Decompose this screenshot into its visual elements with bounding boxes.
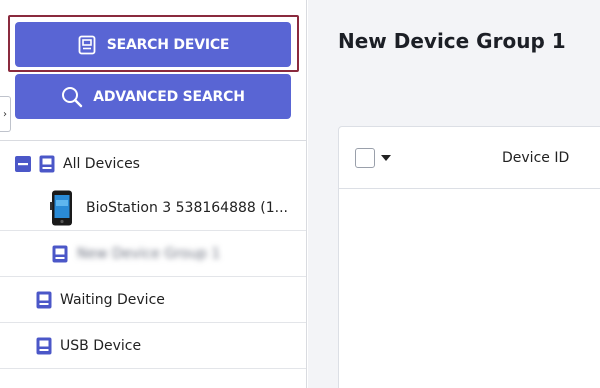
tree-item-label: New Device Group 1 — [77, 245, 221, 262]
tree-item-biostation[interactable]: BioStation 3 538164888 (1... — [0, 185, 306, 231]
column-device-id[interactable]: Device ID — [502, 150, 569, 166]
device-icon — [77, 35, 97, 55]
tree-item-waiting-device[interactable]: Waiting Device — [0, 277, 306, 323]
main-panel: New Device Group 1 Device ID — [308, 0, 600, 388]
magnifier-icon — [61, 86, 83, 108]
minus-square-icon[interactable] — [15, 156, 31, 172]
search-device-button[interactable]: SEARCH DEVICE — [15, 22, 291, 67]
device-group-icon — [39, 155, 55, 173]
select-all-checkbox[interactable] — [355, 148, 375, 168]
tree-item-label: All Devices — [63, 156, 140, 172]
collapse-glyph: › — [3, 108, 7, 120]
page-title: New Device Group 1 — [338, 29, 566, 53]
table-header: Device ID — [339, 127, 600, 189]
tree-item-label: USB Device — [60, 337, 142, 354]
search-device-label: SEARCH DEVICE — [106, 36, 230, 53]
device-table: Device ID — [338, 126, 600, 388]
advanced-search-button[interactable]: ADVANCED SEARCH — [15, 74, 291, 119]
tree-item-label: Waiting Device — [60, 291, 165, 308]
chevron-down-icon[interactable] — [381, 155, 391, 161]
tree-item-all-devices[interactable]: All Devices — [0, 141, 306, 187]
device-group-icon — [52, 245, 68, 263]
advanced-search-label: ADVANCED SEARCH — [93, 88, 245, 105]
tree-item-device-group[interactable]: New Device Group 1 — [0, 231, 306, 277]
device-sidebar: SEARCH DEVICE ADVANCED SEARCH › All Devi… — [0, 0, 307, 388]
device-group-icon — [36, 291, 52, 309]
tree-item-label: BioStation 3 538164888 (1... — [86, 199, 288, 216]
device-group-icon — [36, 337, 52, 355]
tree-item-usb-device[interactable]: USB Device — [0, 323, 306, 369]
biostation-device-icon — [50, 190, 74, 226]
chevron-right-icon[interactable]: › — [0, 96, 11, 132]
